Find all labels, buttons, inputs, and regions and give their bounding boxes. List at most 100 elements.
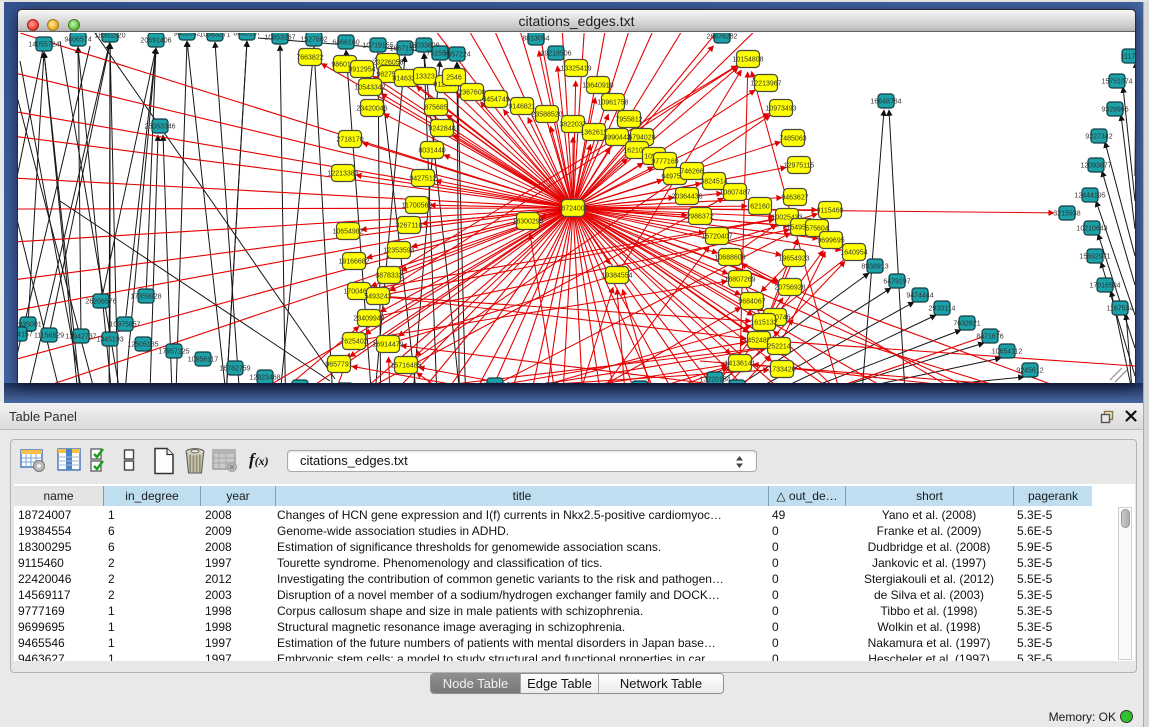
svg-text:2546: 2546 xyxy=(446,75,462,82)
svg-text:10654112: 10654112 xyxy=(992,349,1023,356)
svg-text:18381520: 18381520 xyxy=(94,33,125,40)
svg-text:9227342: 9227342 xyxy=(1085,134,1112,141)
svg-text:19218506: 19218506 xyxy=(540,51,571,58)
svg-text:23420046: 23420046 xyxy=(356,106,387,113)
svg-text:23409949: 23409949 xyxy=(353,316,384,323)
svg-text:6794028: 6794028 xyxy=(628,135,655,142)
svg-text:9861042: 9861042 xyxy=(173,33,200,38)
svg-text:10807487: 10807487 xyxy=(719,190,750,197)
svg-text:7632621: 7632621 xyxy=(953,321,980,328)
svg-text:9699695: 9699695 xyxy=(817,238,844,245)
svg-text:10961758: 10961758 xyxy=(597,100,628,107)
svg-text:18724007: 18724007 xyxy=(557,206,588,213)
svg-text:6479197: 6479197 xyxy=(883,279,910,286)
svg-text:2718170: 2718170 xyxy=(336,137,363,144)
svg-text:1615132: 1615132 xyxy=(750,320,777,327)
svg-text:9406574: 9406574 xyxy=(64,37,91,44)
svg-text:10975857: 10975857 xyxy=(109,322,140,329)
svg-text:15751074: 15751074 xyxy=(1101,79,1132,86)
svg-text:11700562: 11700562 xyxy=(402,203,433,210)
svg-text:10543342: 10543342 xyxy=(354,85,385,92)
svg-text:7357224: 7357224 xyxy=(443,52,470,59)
svg-text:8990443: 8990443 xyxy=(603,135,630,142)
svg-text:26053346: 26053346 xyxy=(144,124,175,131)
svg-text:10688609: 10688609 xyxy=(714,255,745,262)
svg-text:15692971: 15692971 xyxy=(1079,254,1110,261)
svg-text:14136141: 14136141 xyxy=(724,361,755,368)
svg-text:9115460: 9115460 xyxy=(817,208,844,215)
svg-text:1167534: 1167534 xyxy=(1107,306,1134,313)
svg-text:10154808: 10154808 xyxy=(732,57,763,64)
svg-text:10853267: 10853267 xyxy=(264,35,295,42)
svg-text:20756928: 20756928 xyxy=(774,285,805,292)
svg-text:1640954: 1640954 xyxy=(840,250,867,257)
svg-text:11172: 11172 xyxy=(1121,54,1135,61)
svg-text:6466160: 6466160 xyxy=(332,40,359,47)
svg-text:9474444: 9474444 xyxy=(906,293,933,300)
svg-text:20364436: 20364436 xyxy=(671,194,702,201)
svg-text:2986372: 2986372 xyxy=(686,214,713,221)
svg-text:746266: 746266 xyxy=(680,169,703,176)
svg-text:8938913: 8938913 xyxy=(861,264,888,271)
svg-text:8813054: 8813054 xyxy=(522,36,549,43)
svg-text:7625402: 7625402 xyxy=(340,339,367,346)
svg-text:12505135: 12505135 xyxy=(127,342,158,349)
svg-text:9777169: 9777169 xyxy=(651,159,678,166)
svg-text:19384554: 19384554 xyxy=(601,273,632,280)
svg-text:7663822: 7663822 xyxy=(296,55,323,62)
svg-text:13323: 13323 xyxy=(415,74,435,81)
svg-text:11156829: 11156829 xyxy=(34,333,64,340)
svg-text:14055724: 14055724 xyxy=(28,42,59,49)
svg-text:17016504: 17016504 xyxy=(1089,283,1120,290)
svg-text:9657791: 9657791 xyxy=(325,362,352,369)
svg-text:16914479: 16914479 xyxy=(372,342,403,349)
svg-text:10292217: 10292217 xyxy=(479,383,510,384)
svg-text:10563271: 10563271 xyxy=(199,33,230,39)
svg-text:10958117: 10958117 xyxy=(188,357,219,364)
svg-text:26206576: 26206576 xyxy=(85,299,116,306)
svg-text:12923468: 12923468 xyxy=(249,375,280,382)
svg-text:9427512: 9427512 xyxy=(409,176,436,183)
svg-text:8031440: 8031440 xyxy=(418,148,445,155)
svg-text:9463627: 9463627 xyxy=(781,195,808,202)
svg-text:62160: 62160 xyxy=(750,204,770,211)
svg-text:9684067: 9684067 xyxy=(738,299,765,306)
svg-text:12975115: 12975115 xyxy=(784,163,815,170)
svg-text:7955812: 7955812 xyxy=(615,117,642,124)
svg-text:12444195: 12444195 xyxy=(1074,193,1105,200)
svg-text:19654923: 19654923 xyxy=(778,256,809,263)
svg-text:7485063: 7485063 xyxy=(779,136,806,143)
svg-text:1527602: 1527602 xyxy=(300,37,327,44)
svg-text:9146821: 9146821 xyxy=(508,104,535,111)
svg-text:23588520: 23588520 xyxy=(531,112,562,119)
svg-text:13640910: 13640910 xyxy=(582,83,613,90)
svg-text:16782759: 16782759 xyxy=(219,366,250,373)
svg-text:3824514: 3824514 xyxy=(700,179,727,186)
svg-text:10654982: 10654982 xyxy=(332,229,363,236)
svg-text:9242848: 9242848 xyxy=(428,126,455,133)
svg-text:12213967: 12213967 xyxy=(750,81,781,88)
svg-text:12353594: 12353594 xyxy=(383,248,414,255)
svg-text:19166682: 19166682 xyxy=(338,259,369,266)
svg-text:9245612: 9245612 xyxy=(1016,368,1043,375)
svg-text:10973493: 10973493 xyxy=(765,106,796,113)
svg-text:16648784: 16648784 xyxy=(870,99,901,106)
svg-text:9329966: 9329966 xyxy=(1101,107,1128,114)
svg-text:2933114: 2933114 xyxy=(929,306,956,313)
svg-text:13220154: 13220154 xyxy=(699,377,730,384)
svg-text:12093877: 12093877 xyxy=(1080,163,1111,170)
svg-text:252214: 252214 xyxy=(767,344,790,351)
svg-text:1733426: 1733426 xyxy=(768,367,795,374)
svg-text:8440167: 8440167 xyxy=(233,33,260,38)
svg-text:17359928: 17359928 xyxy=(130,294,161,301)
svg-text:3215938: 3215938 xyxy=(1053,211,1080,218)
svg-text:18300295: 18300295 xyxy=(512,219,543,226)
svg-text:15720407: 15720407 xyxy=(701,234,732,241)
svg-text:875685: 875685 xyxy=(424,105,447,112)
svg-text:20691406: 20691406 xyxy=(140,38,171,45)
svg-text:15716485: 15716485 xyxy=(390,363,421,370)
svg-text:12942737: 12942737 xyxy=(65,334,96,341)
svg-text:9914157: 9914157 xyxy=(18,332,33,339)
svg-text:3267110: 3267110 xyxy=(396,223,423,230)
svg-text:17957225: 17957225 xyxy=(158,349,189,356)
